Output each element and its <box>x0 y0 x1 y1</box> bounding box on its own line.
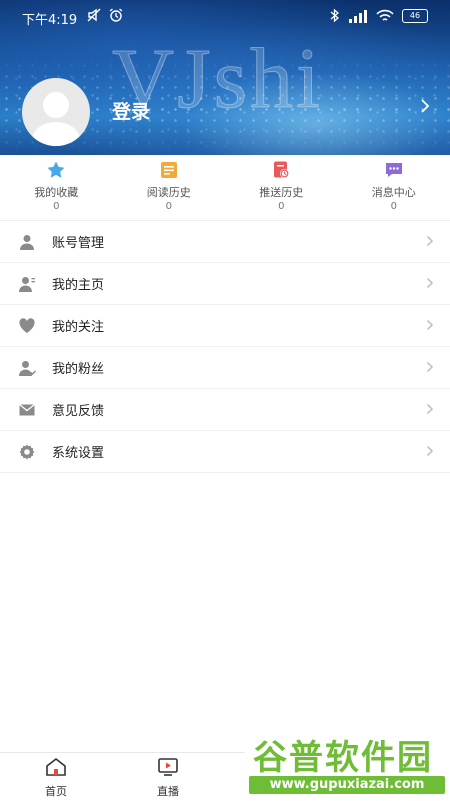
quick-action-label: 我的收藏 <box>34 184 78 200</box>
chevron-right-icon <box>426 403 434 415</box>
menu-item-homepage[interactable]: 我的主页 <box>0 263 450 305</box>
menu-item-label: 我的关注 <box>52 316 104 335</box>
note-icon <box>159 160 179 180</box>
menu-item-label: 我的主页 <box>52 274 104 293</box>
quick-action-label: 消息中心 <box>372 184 416 200</box>
quick-action-count: 0 <box>391 201 397 212</box>
menu-item-label: 意见反馈 <box>52 400 104 419</box>
mute-icon <box>86 7 102 23</box>
bluetooth-icon <box>330 8 340 23</box>
default-avatar-icon <box>22 78 90 146</box>
alarm-icon <box>108 7 124 23</box>
site-watermark-badge: 谷普软件园 www.gupuxiazai.com <box>245 728 450 800</box>
chevron-right-icon <box>426 319 434 331</box>
avatar[interactable] <box>22 78 90 146</box>
menu-item-settings[interactable]: 系统设置 <box>0 431 450 473</box>
menu-item-following[interactable]: 我的关注 <box>0 305 450 347</box>
quick-action-favorites[interactable]: 我的收藏 0 <box>0 160 113 220</box>
status-left-icons <box>86 7 124 23</box>
tab-label: 直播 <box>138 783 198 799</box>
status-time: 下午4:19 <box>22 9 77 28</box>
mail-icon <box>18 401 36 419</box>
push-history-icon <box>271 160 291 180</box>
menu-item-label: 账号管理 <box>52 232 104 251</box>
profile-page-icon <box>18 275 36 293</box>
battery-icon: 46 <box>402 9 428 23</box>
chevron-right-icon <box>426 277 434 289</box>
quick-action-reading-history[interactable]: 阅读历史 0 <box>113 160 226 220</box>
home-icon <box>45 757 67 777</box>
site-watermark-title: 谷普软件园 <box>253 730 433 779</box>
signal-icon <box>348 9 368 23</box>
quick-action-message-center[interactable]: 消息中心 0 <box>338 160 450 220</box>
message-icon <box>384 160 404 180</box>
fans-icon <box>18 359 36 377</box>
login-link[interactable]: 登录 <box>112 97 150 124</box>
menu-item-label: 系统设置 <box>52 442 104 461</box>
quick-action-push-history[interactable]: 推送历史 0 <box>225 160 338 220</box>
star-icon <box>46 160 66 180</box>
status-right-icons: 46 <box>330 8 428 23</box>
site-watermark-url: www.gupuxiazai.com <box>249 776 445 794</box>
heart-icon <box>18 317 36 335</box>
chevron-right-icon <box>426 235 434 247</box>
settings-menu: 账号管理 我的主页 我的关注 我的粉丝 <box>0 221 450 473</box>
menu-item-fans[interactable]: 我的粉丝 <box>0 347 450 389</box>
profile-header: VJshi 下午4:19 <box>0 0 450 155</box>
tab-label: 首页 <box>26 783 86 799</box>
tab-home[interactable]: 首页 <box>26 757 86 799</box>
quick-action-label: 阅读历史 <box>147 184 191 200</box>
chevron-right-icon <box>426 445 434 457</box>
menu-item-account[interactable]: 账号管理 <box>0 221 450 263</box>
quick-action-count: 0 <box>166 201 172 212</box>
tv-icon <box>157 757 179 777</box>
tab-live[interactable]: 直播 <box>138 757 198 799</box>
quick-action-count: 0 <box>278 201 284 212</box>
quick-actions-row: 我的收藏 0 阅读历史 0 推送历史 0 <box>0 160 450 220</box>
user-icon <box>18 233 36 251</box>
gear-icon <box>18 443 36 461</box>
status-bar: 下午4:19 46 <box>0 0 450 34</box>
quick-action-label: 推送历史 <box>259 184 303 200</box>
menu-item-feedback[interactable]: 意见反馈 <box>0 389 450 431</box>
menu-item-label: 我的粉丝 <box>52 358 104 377</box>
header-chevron-right-icon[interactable] <box>420 98 430 114</box>
chevron-right-icon <box>426 361 434 373</box>
quick-action-count: 0 <box>53 201 59 212</box>
wifi-icon <box>376 9 394 23</box>
